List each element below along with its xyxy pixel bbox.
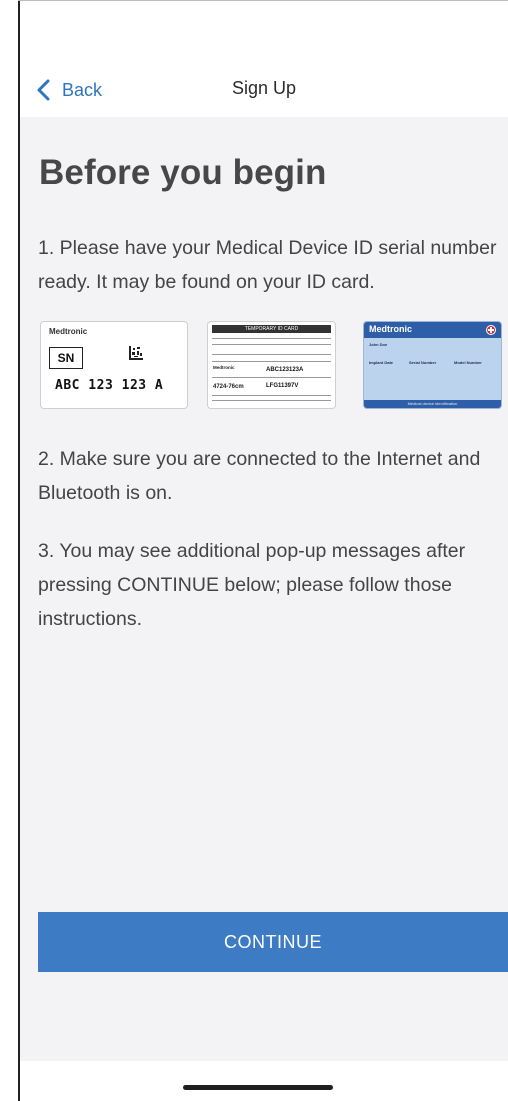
card-footer-band: Medical device identification [364,400,501,408]
home-indicator-area [20,1061,508,1101]
card-holder-name: John Doe [369,342,388,347]
form-line [212,338,331,339]
step-1-text: 1. Please have your Medical Device ID se… [38,237,497,293]
id-card-serial-example: Medtronic SN ABC 123 123 A [40,321,188,409]
serial-number-header: Serial Number [409,360,437,365]
form-line [212,395,331,396]
temp-card-model: 4724-76cm [213,384,244,390]
step-2-text: 2. Make sure you are connected to the In… [38,448,481,504]
datamatrix-icon [129,346,143,360]
continue-button[interactable]: CONTINUE [38,912,508,972]
id-card-examples: Medtronic SN ABC 123 123 A TEMPORARY ID … [40,321,502,409]
form-line [212,400,331,401]
step-3-text: 3. You may see additional pop-up message… [38,540,466,630]
implant-date-header: Implant Date [369,360,394,365]
form-line [212,377,331,378]
section-heading: Before you begin [39,153,327,192]
temp-card-serial: ABC123123A [266,367,304,373]
medical-cross-icon [486,325,496,335]
model-number-header: Model Number [454,360,482,365]
card-brand-logo: Medtronic [369,324,413,334]
form-line [212,361,331,362]
form-line [212,354,331,355]
navigation-bar: Back Sign Up [20,1,508,117]
temp-card-lot: LFG11397V [266,383,299,389]
temp-card-brand: Medtronic [213,365,235,370]
medical-device-id-card-example: Medtronic John Doe Implant Date Serial N… [363,321,502,409]
temporary-id-card-example: TEMPORARY ID CARD Medtronic ABC123123A 4… [207,321,336,409]
sn-label: SN [49,347,83,369]
form-line [212,344,331,345]
page-title: Sign Up [231,78,297,98]
home-indicator[interactable] [183,1085,333,1090]
card-header-bar: Medtronic [364,322,501,338]
card-brand-logo: Medtronic [49,327,88,336]
serial-number-example: ABC 123 123 A [55,378,164,393]
sign-up-screen: Back Sign Up Before you begin 1. Please … [20,1,508,1101]
temp-card-header: TEMPORARY ID CARD [212,325,331,333]
